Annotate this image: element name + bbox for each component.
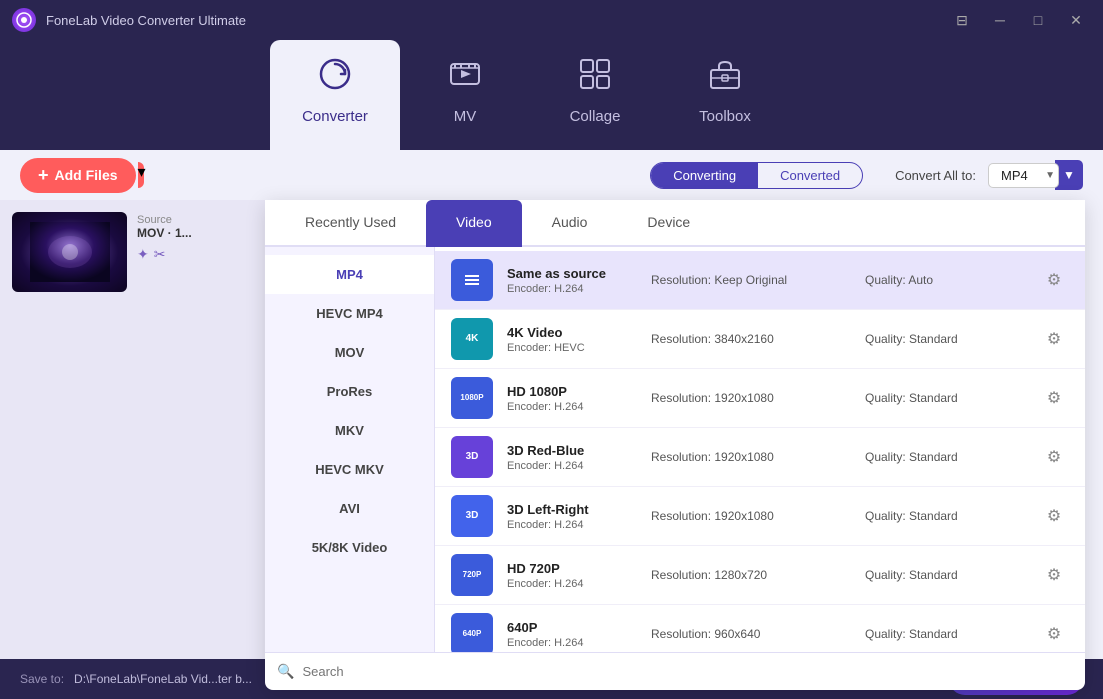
- convert-all-dropdown-btn[interactable]: ▼: [1055, 160, 1083, 190]
- maximize-button[interactable]: □: [1023, 9, 1053, 31]
- format-option-hd-1080p[interactable]: 1080P HD 1080P Encoder: H.264 Resolution…: [435, 369, 1085, 428]
- 640p-icon: 640P: [451, 613, 493, 652]
- toolbox-icon: [707, 56, 743, 100]
- format-options-list: Same as source Encoder: H.264 Resolution…: [435, 247, 1085, 652]
- format-type-hevc-mkv[interactable]: HEVC MKV: [265, 450, 434, 489]
- format-option-640p[interactable]: 640P 640P Encoder: H.264 Resolution: 960…: [435, 605, 1085, 652]
- 3d-rb-icon: 3D: [451, 436, 493, 478]
- file-actions: ✦ ✂: [137, 246, 192, 263]
- app-title: FoneLab Video Converter Ultimate: [46, 13, 947, 28]
- add-files-label: Add Files: [55, 167, 118, 183]
- 1080p-icon: 1080P: [451, 377, 493, 419]
- format-settings-btn-4k[interactable]: ⚙: [1039, 324, 1069, 354]
- format-option-hd-720p[interactable]: 720P HD 720P Encoder: H.264 Resolution: …: [435, 546, 1085, 605]
- format-3d-lr-details: 3D Left-Right Encoder: H.264: [507, 502, 637, 531]
- format-tabs: Recently Used Video Audio Device: [265, 200, 1085, 247]
- tab-device[interactable]: Device: [617, 200, 720, 247]
- format-option-3d-red-blue[interactable]: 3D 3D Red-Blue Encoder: H.264 Resolution…: [435, 428, 1085, 487]
- format-4k-details: 4K Video Encoder: HEVC: [507, 325, 637, 354]
- minimize-button[interactable]: ─: [985, 9, 1015, 31]
- format-720p-details: HD 720P Encoder: H.264: [507, 561, 637, 590]
- search-icon: 🔍: [277, 663, 294, 680]
- thumbnail-preview: [12, 212, 127, 292]
- tab-collage-label: Collage: [570, 108, 621, 125]
- mv-icon: [447, 56, 483, 100]
- format-type-hevc-mp4[interactable]: HEVC MP4: [265, 294, 434, 333]
- tab-video[interactable]: Video: [426, 200, 522, 247]
- format-settings-btn-3d-lr[interactable]: ⚙: [1039, 501, 1069, 531]
- main-content: Source MOV · 1... ✦ ✂ Recently Used Vide…: [0, 200, 1103, 659]
- plus-icon: +: [38, 165, 49, 186]
- converted-tab-btn[interactable]: Converted: [758, 163, 862, 188]
- converting-tab-btn[interactable]: Converting: [651, 163, 758, 188]
- same-as-source-icon: [451, 259, 493, 301]
- format-option-same-as-source[interactable]: Same as source Encoder: H.264 Resolution…: [435, 251, 1085, 310]
- tab-recently-used[interactable]: Recently Used: [275, 200, 426, 247]
- source-label: Source: [137, 214, 172, 226]
- format-option-4k-video[interactable]: 4K 4K Video Encoder: HEVC Resolution: 38…: [435, 310, 1085, 369]
- tab-converter[interactable]: Converter: [270, 40, 400, 150]
- collage-icon: [577, 56, 613, 100]
- file-item: Source MOV · 1... ✦ ✂: [12, 212, 253, 292]
- format-search-bar: 🔍: [265, 652, 1085, 690]
- tab-audio[interactable]: Audio: [522, 200, 618, 247]
- file-thumbnail: [12, 212, 127, 292]
- tab-collage[interactable]: Collage: [530, 40, 660, 150]
- format-type-5k8k[interactable]: 5K/8K Video: [265, 528, 434, 567]
- 3d-lr-icon: 3D: [451, 495, 493, 537]
- convert-all-selector: MP4 ▼: [988, 160, 1083, 190]
- format-types-list: MP4 HEVC MP4 MOV ProRes MKV HEVC MKV AVI…: [265, 247, 435, 652]
- format-type-mp4[interactable]: MP4: [265, 255, 434, 294]
- add-files-button[interactable]: + Add Files: [20, 158, 136, 193]
- file-panel: Source MOV · 1... ✦ ✂: [0, 200, 265, 659]
- tab-mv-label: MV: [454, 108, 477, 125]
- format-1080p-details: HD 1080P Encoder: H.264: [507, 384, 637, 413]
- format-type-prores[interactable]: ProRes: [265, 372, 434, 411]
- 720p-icon: 720P: [451, 554, 493, 596]
- convert-all-label: Convert All to:: [895, 168, 976, 183]
- save-to-label: Save to:: [20, 672, 64, 686]
- toolbar: + Add Files ▾ Converting Converted Conve…: [0, 150, 1103, 200]
- 4k-icon: 4K: [451, 318, 493, 360]
- subtitles-button[interactable]: ⊟: [947, 9, 977, 31]
- format-panel: Recently Used Video Audio Device MP4 HEV…: [265, 200, 1085, 690]
- tab-toolbox[interactable]: Toolbox: [660, 40, 790, 150]
- add-files-dropdown-arrow[interactable]: ▾: [138, 162, 144, 188]
- format-settings-btn-same-as-source[interactable]: ⚙: [1039, 265, 1069, 295]
- title-bar: FoneLab Video Converter Ultimate ⊟ ─ □ ✕: [0, 0, 1103, 40]
- format-type-mov[interactable]: MOV: [265, 333, 434, 372]
- format-settings-btn-640p[interactable]: ⚙: [1039, 619, 1069, 649]
- format-settings-btn-3d-rb[interactable]: ⚙: [1039, 442, 1069, 472]
- close-button[interactable]: ✕: [1061, 9, 1091, 31]
- convert-tab-switch: Converting Converted: [650, 162, 863, 189]
- tab-toolbox-label: Toolbox: [699, 108, 751, 125]
- format-body: MP4 HEVC MP4 MOV ProRes MKV HEVC MKV AVI…: [265, 247, 1085, 652]
- convert-all-select[interactable]: MP4: [988, 163, 1059, 188]
- cut-button[interactable]: ✂: [154, 246, 166, 263]
- nav-tabs: Converter MV Collage: [0, 40, 1103, 150]
- file-info: Source MOV · 1... ✦ ✂: [137, 212, 192, 263]
- format-option-3d-left-right[interactable]: 3D 3D Left-Right Encoder: H.264 Resoluti…: [435, 487, 1085, 546]
- star-button[interactable]: ✦: [137, 246, 149, 263]
- search-input[interactable]: [302, 664, 1073, 679]
- format-same-as-source-details: Same as source Encoder: H.264: [507, 266, 637, 295]
- converter-icon: [317, 56, 353, 100]
- app-logo: [12, 8, 36, 32]
- format-640p-details: 640P Encoder: H.264: [507, 620, 637, 649]
- format-type-mkv[interactable]: MKV: [265, 411, 434, 450]
- format-3d-rb-details: 3D Red-Blue Encoder: H.264: [507, 443, 637, 472]
- tab-converter-label: Converter: [302, 108, 368, 125]
- format-type-avi[interactable]: AVI: [265, 489, 434, 528]
- format-settings-btn-1080p[interactable]: ⚙: [1039, 383, 1069, 413]
- tab-mv[interactable]: MV: [400, 40, 530, 150]
- file-name: MOV · 1...: [137, 226, 192, 240]
- window-controls: ⊟ ─ □ ✕: [947, 9, 1091, 31]
- format-settings-btn-720p[interactable]: ⚙: [1039, 560, 1069, 590]
